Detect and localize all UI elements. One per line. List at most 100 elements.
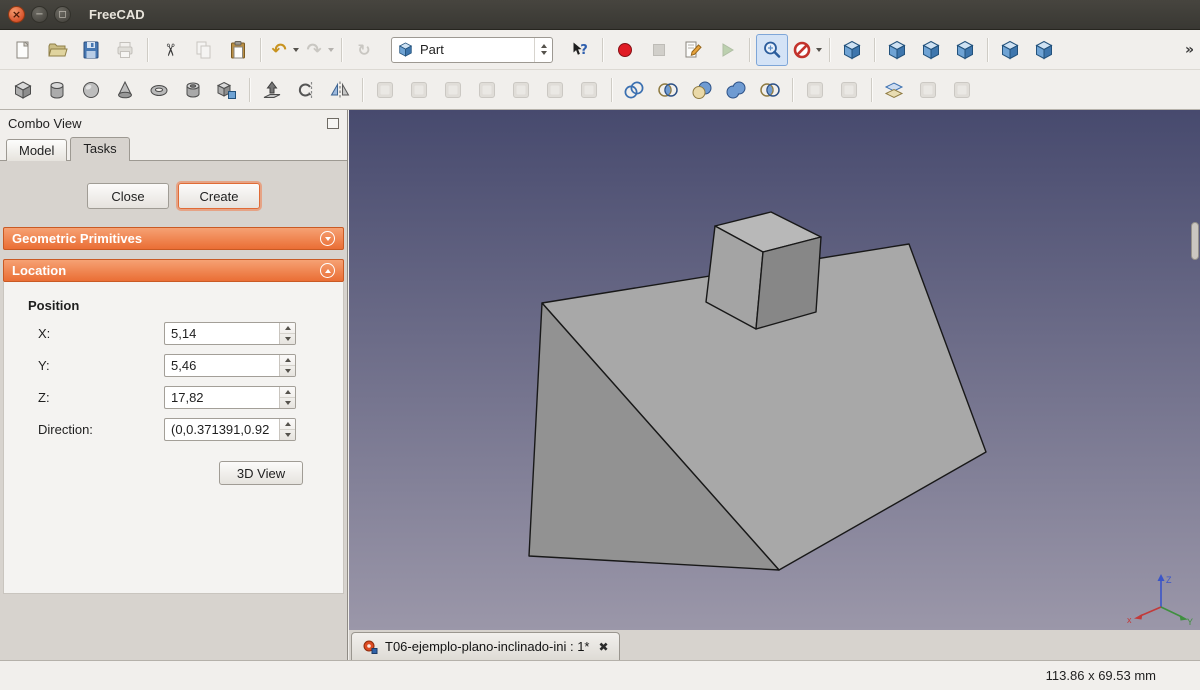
spinner-arrows (279, 355, 295, 376)
macro-record-button[interactable] (609, 34, 641, 66)
spin-up-icon[interactable] (280, 355, 295, 366)
fillet-icon (374, 79, 396, 101)
view-front-button[interactable] (881, 34, 913, 66)
paste-button[interactable] (222, 34, 254, 66)
dimensions-readout: 113.86 x 69.53 mm (1046, 668, 1156, 683)
part-sweep-button[interactable] (539, 74, 571, 106)
view-rear-cube-icon (999, 39, 1021, 61)
svg-text:↶: ↶ (271, 40, 286, 61)
open-document-button[interactable] (41, 34, 73, 66)
view-top-button[interactable] (915, 34, 947, 66)
part-join-button[interactable] (799, 74, 831, 106)
view-rear-button[interactable] (994, 34, 1026, 66)
view-fit-all-button[interactable] (756, 34, 788, 66)
part-shape-builder-button[interactable] (211, 74, 243, 106)
part-ruled-surface-button[interactable] (471, 74, 503, 106)
toolbar-overflow-button[interactable]: » (1185, 42, 1194, 58)
part-boolean-button[interactable] (652, 74, 684, 106)
spin-up-icon[interactable] (280, 387, 295, 398)
undo-button[interactable]: ↶ (267, 34, 300, 66)
redo-button[interactable]: ↷ (302, 34, 335, 66)
collapse-arrow-icon (320, 263, 335, 278)
open-folder-icon (46, 39, 68, 61)
toolbar-separator (341, 38, 342, 62)
x-position-value[interactable]: 5,14 (165, 323, 279, 344)
spin-down-icon[interactable] (280, 398, 295, 408)
part-chamfer-button[interactable] (403, 74, 435, 106)
part-fillet-button[interactable] (369, 74, 401, 106)
view-isometric-button[interactable] (836, 34, 868, 66)
x-position-input[interactable]: 5,14 (164, 322, 296, 345)
tab-close-button[interactable]: ✖ (599, 640, 609, 654)
direction-input[interactable]: (0,0.371391,0.92 (164, 418, 296, 441)
direction-value[interactable]: (0,0.371391,0.92 (165, 419, 279, 440)
view-right-button[interactable] (949, 34, 981, 66)
part-cross-sections-button[interactable] (878, 74, 910, 106)
collapse-arrow-icon (320, 231, 335, 246)
combo-spinner-icon[interactable] (534, 38, 547, 62)
part-make-face-button[interactable] (437, 74, 469, 106)
y-position-input[interactable]: 5,46 (164, 354, 296, 377)
toolbar-separator (147, 38, 148, 62)
part-cone-button[interactable] (109, 74, 141, 106)
window-close-button[interactable]: × (8, 6, 25, 23)
part-section-button[interactable] (573, 74, 605, 106)
spin-down-icon[interactable] (280, 366, 295, 376)
spin-up-icon[interactable] (280, 419, 295, 430)
part-defeaturing-button[interactable] (946, 74, 978, 106)
save-button[interactable] (75, 34, 107, 66)
part-split-button[interactable] (833, 74, 865, 106)
task-close-button[interactable]: Close (87, 183, 169, 209)
tube-primitive-icon (182, 79, 204, 101)
float-panel-button[interactable] (327, 118, 339, 129)
section-location[interactable]: Location (3, 259, 344, 282)
document-tab[interactable]: T06-ejemplo-plano-inclinado-ini : 1* ✖ (351, 632, 620, 660)
part-check-geometry-button[interactable] (912, 74, 944, 106)
part-box-button[interactable] (7, 74, 39, 106)
part-common-button[interactable] (754, 74, 786, 106)
view-bottom-button[interactable] (1028, 34, 1060, 66)
part-extrude-button[interactable] (256, 74, 288, 106)
spinner-arrows (279, 323, 295, 344)
spin-down-icon[interactable] (280, 334, 295, 344)
part-toolbar (0, 70, 1200, 110)
macro-play-button[interactable] (711, 34, 743, 66)
window-maximize-button[interactable]: ◻ (54, 6, 71, 23)
part-loft-button[interactable] (505, 74, 537, 106)
macro-stop-button[interactable] (643, 34, 675, 66)
part-cut-button[interactable] (686, 74, 718, 106)
tab-model[interactable]: Model (6, 139, 67, 161)
z-position-input[interactable]: 17,82 (164, 386, 296, 409)
part-compound-button[interactable] (618, 74, 650, 106)
window-minimize-button[interactable]: − (31, 6, 48, 23)
3d-view-button[interactable]: 3D View (219, 461, 303, 485)
whats-this-button[interactable]: ? (564, 34, 596, 66)
viewport[interactable]: Z x Y (349, 110, 1200, 630)
part-union-button[interactable] (720, 74, 752, 106)
tab-tasks[interactable]: Tasks (70, 137, 129, 161)
spin-up-icon[interactable] (280, 323, 295, 334)
part-torus-button[interactable] (143, 74, 175, 106)
part-sphere-button[interactable] (75, 74, 107, 106)
z-position-value[interactable]: 17,82 (165, 387, 279, 408)
section-geometric-primitives[interactable]: Geometric Primitives (3, 227, 344, 250)
cut-button[interactable]: ✂ (154, 34, 186, 66)
print-button[interactable] (109, 34, 141, 66)
task-create-button[interactable]: Create (178, 183, 260, 209)
refresh-button[interactable]: ↻ (348, 34, 380, 66)
macro-edit-button[interactable] (677, 34, 709, 66)
draw-style-button[interactable] (790, 34, 823, 66)
combo-view-title: Combo View (8, 116, 81, 131)
svg-text:↻: ↻ (357, 40, 370, 59)
workbench-selector[interactable]: Part (391, 37, 553, 63)
new-document-button[interactable] (7, 34, 39, 66)
copy-button[interactable] (188, 34, 220, 66)
spin-down-icon[interactable] (280, 430, 295, 440)
scrollbar-thumb[interactable] (1191, 222, 1199, 260)
part-mirror-button[interactable] (324, 74, 356, 106)
y-position-value[interactable]: 5,46 (165, 355, 279, 376)
part-revolve-button[interactable] (290, 74, 322, 106)
part-cylinder-button[interactable] (41, 74, 73, 106)
part-tube-button[interactable] (177, 74, 209, 106)
draw-style-icon (791, 39, 813, 61)
